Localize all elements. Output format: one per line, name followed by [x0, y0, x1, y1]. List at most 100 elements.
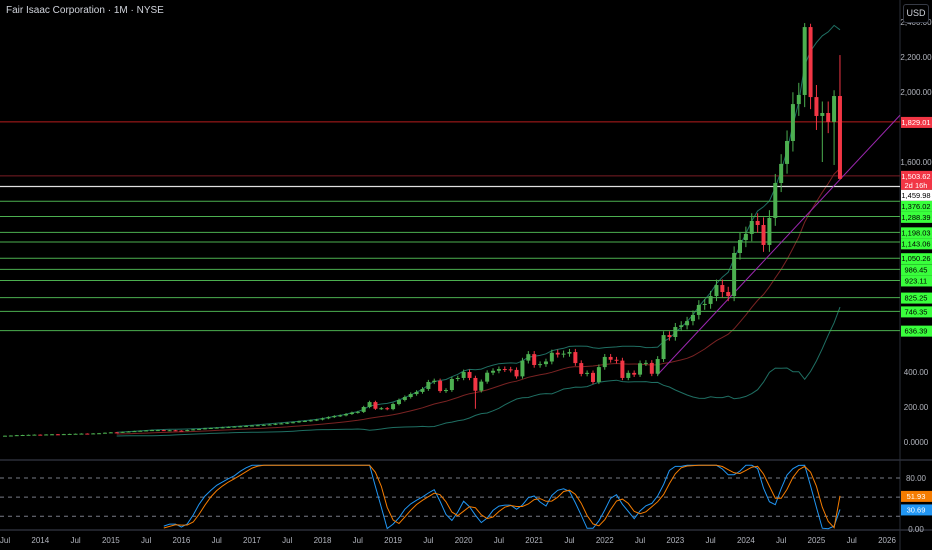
time-axis-label: Jul — [776, 536, 786, 545]
candle-body — [649, 362, 654, 374]
stoch-d-label[interactable]: 51.93 — [901, 490, 932, 502]
candle-body — [355, 411, 360, 413]
candle-body — [808, 27, 813, 98]
support-level-label[interactable]: 825.25 — [901, 292, 932, 304]
candle — [532, 351, 537, 368]
price-axis-tick: 200.00 — [904, 403, 929, 412]
white-level-label-text: 1,459.98 — [901, 191, 930, 200]
candle-body — [320, 418, 325, 420]
candle — [55, 434, 60, 436]
candle-body — [150, 430, 154, 432]
candle — [20, 434, 25, 436]
candle — [3, 435, 7, 437]
candle-body — [226, 426, 231, 428]
candle — [26, 434, 31, 436]
candle-body — [396, 400, 401, 405]
price-axis-tick: 2,200.00 — [900, 53, 932, 62]
candle — [514, 367, 519, 379]
candle — [491, 368, 496, 376]
candle-body — [585, 372, 590, 374]
candle-body — [285, 422, 290, 424]
support-level-label-text: 825.25 — [905, 294, 928, 303]
candle — [444, 388, 448, 393]
candle — [61, 433, 66, 436]
candle — [661, 331, 666, 362]
candle-body — [496, 369, 501, 371]
trendline[interactable] — [657, 114, 901, 375]
time-axis-label: Jul — [705, 536, 715, 545]
resistance-price-label[interactable]: 1,829.01 — [901, 116, 932, 128]
candle-body — [591, 372, 595, 382]
candle-body — [361, 407, 366, 412]
candle — [85, 433, 90, 435]
candle-body — [14, 435, 19, 437]
candle — [685, 316, 690, 330]
candle-body — [338, 415, 343, 417]
candle-body — [273, 423, 278, 425]
candle-body — [685, 321, 690, 326]
candle-body — [814, 97, 819, 116]
candle-body — [332, 416, 337, 418]
candle — [108, 432, 113, 434]
support-level-label[interactable]: 636.39 — [901, 325, 932, 337]
candle-body — [114, 432, 119, 434]
candle-body — [632, 372, 637, 375]
candle — [73, 433, 78, 435]
stoch-k-label[interactable]: 30.69 — [901, 504, 932, 516]
support-level-label-text: 1,050.26 — [901, 254, 930, 263]
candle — [373, 400, 378, 410]
candle-body — [749, 220, 754, 234]
candle — [761, 217, 766, 252]
candle — [785, 130, 790, 174]
candle — [167, 429, 172, 432]
white-level-label[interactable]: 1,459.98 — [901, 189, 932, 201]
candle — [361, 405, 366, 413]
time-axis-label: 2019 — [384, 536, 402, 545]
candle-body — [232, 426, 237, 428]
candle-body — [138, 430, 143, 432]
candle-body — [532, 354, 537, 365]
candle — [508, 366, 513, 373]
candle-body — [743, 233, 748, 241]
support-level-label[interactable]: 1,198.03 — [901, 227, 932, 239]
candle-body — [85, 433, 90, 435]
candle-body — [638, 363, 643, 375]
support-level-label[interactable]: 923.11 — [901, 275, 932, 287]
candle — [555, 349, 560, 358]
candle — [837, 55, 842, 180]
time-axis-label: 2021 — [525, 536, 543, 545]
candle-body — [726, 292, 731, 297]
currency-button[interactable]: USD — [903, 4, 929, 23]
candle-body — [267, 424, 272, 426]
support-level-label[interactable]: 986.45 — [901, 264, 932, 276]
candle-body — [508, 369, 513, 371]
support-level-label[interactable]: 1,288.39 — [901, 211, 932, 223]
candle-body — [432, 380, 437, 382]
candle — [385, 407, 390, 411]
support-level-label[interactable]: 746.35 — [901, 306, 932, 318]
candle-body — [73, 433, 78, 435]
support-level-label[interactable]: 1,376.02 — [901, 200, 932, 212]
candle — [455, 375, 460, 382]
candle-body — [102, 432, 107, 434]
candle-body — [214, 427, 219, 429]
candle — [696, 300, 701, 320]
price-chart[interactable]: 2,400.002,200.002,000.001,600.00400.0020… — [0, 0, 932, 550]
time-axis-label: Jul — [141, 536, 151, 545]
last-price-label[interactable]: 1,503.622d 16h — [901, 170, 932, 190]
support-level-label[interactable]: 1,050.26 — [901, 253, 932, 265]
candle — [638, 360, 643, 377]
candle — [79, 433, 84, 435]
candle-body — [790, 104, 795, 141]
candle — [408, 392, 413, 399]
candle-body — [50, 434, 55, 436]
candle-body — [255, 425, 260, 427]
candle — [591, 370, 595, 385]
time-axis-label: 2020 — [455, 536, 473, 545]
candle-body — [514, 369, 519, 377]
time-axis-label: Jul — [70, 536, 80, 545]
candle — [379, 407, 384, 410]
candle-body — [573, 352, 578, 364]
support-level-label[interactable]: 1,143.06 — [901, 238, 932, 250]
candle-body — [520, 360, 525, 377]
